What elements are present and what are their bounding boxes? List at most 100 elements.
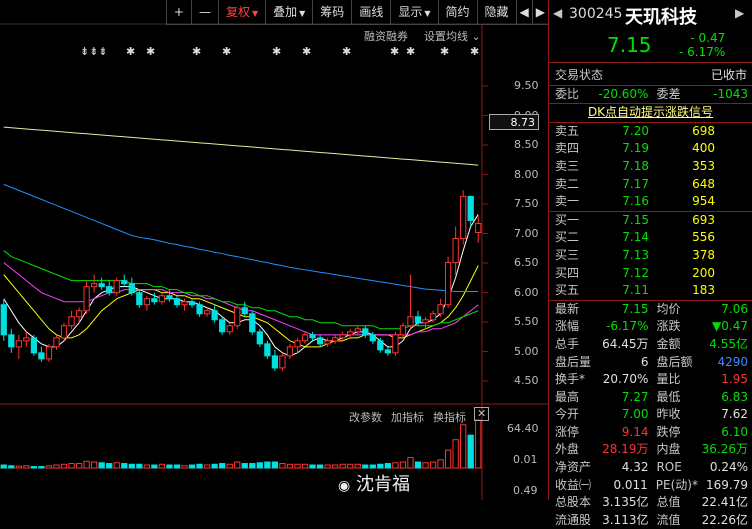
- switch-indicator-button[interactable]: 换指标: [433, 409, 466, 425]
- event-marker[interactable]: ✱: [470, 45, 479, 58]
- add-indicator-button[interactable]: 加指标: [391, 409, 424, 425]
- ask-volume: 648: [692, 176, 715, 191]
- scroll-right-icon[interactable]: ▶: [531, 0, 548, 24]
- volume-bar: [98, 462, 105, 469]
- change-params-button[interactable]: 改参数: [349, 409, 382, 425]
- volume-bar: [264, 461, 271, 469]
- candle-body: [301, 334, 309, 342]
- volume-bar: [173, 464, 181, 469]
- ask-level-label: 卖一: [555, 194, 580, 209]
- event-marker[interactable]: ✱: [272, 45, 281, 58]
- event-marker[interactable]: ✱: [192, 45, 201, 58]
- volume-bar: [332, 464, 339, 469]
- stat-row: 总手 64.45万 金额 4.55亿: [549, 336, 752, 354]
- candle-body: [113, 280, 120, 294]
- zoom-in-button[interactable]: +: [165, 0, 191, 24]
- volume-bar: [30, 466, 38, 469]
- stat-value: 9.14: [621, 424, 649, 439]
- stat-value: 3.135亿: [602, 495, 649, 510]
- bid-row[interactable]: 买一 7.15 693: [549, 212, 752, 230]
- volume-bar: [399, 461, 407, 469]
- last-price: 7.15: [607, 33, 652, 57]
- event-marker[interactable]: ✱: [390, 45, 399, 58]
- kline-chart-area[interactable]: + — 复权 ▼ 叠加 ▼ 筹码 画线 显示 ▼ 简约 隐藏 ◀ ▶ 融资融券 设置均线 ⌄ ⇟⇟⇟ ✱ ✱ ✱…: [0, 0, 548, 500]
- scroll-left-icon[interactable]: ◀: [515, 0, 532, 24]
- event-marker[interactable]: ✱: [302, 45, 311, 58]
- ask-volume: 353: [692, 158, 715, 173]
- candle-body: [226, 325, 233, 333]
- stat-row: 盘后量 6 盘后额 4290: [549, 354, 752, 372]
- candle-body: [392, 334, 399, 354]
- price-axis-tick: 7.50: [514, 197, 539, 210]
- event-marker[interactable]: ✱: [222, 45, 231, 58]
- volume-bar: [437, 459, 444, 469]
- stat-value: 7.15: [621, 301, 649, 316]
- ma-line: [3, 262, 479, 336]
- volume-bar: [75, 463, 83, 469]
- candle-body: [15, 340, 22, 348]
- event-marker[interactable]: ✱: [146, 45, 155, 58]
- volume-axis-top: 64.40: [507, 422, 539, 435]
- margin-trading-button[interactable]: 融资融券: [364, 28, 408, 44]
- chevron-down-icon: ▼: [251, 9, 259, 18]
- kline-svg[interactable]: [0, 0, 548, 500]
- hide-button[interactable]: 隐藏: [476, 0, 516, 24]
- bid-row[interactable]: 买四 7.12 200: [549, 265, 752, 283]
- weibi-value: -20.60%: [598, 86, 649, 101]
- stock-name: 天玑科技: [625, 7, 697, 28]
- volume-bar: [279, 463, 286, 469]
- event-marker[interactable]: ✱: [406, 45, 415, 58]
- ask-row[interactable]: 卖三 7.18 353: [549, 158, 752, 176]
- price-axis-tick: 5.00: [514, 344, 539, 358]
- volume-bar: [219, 463, 226, 469]
- adjust-button[interactable]: 复权 ▼: [217, 0, 265, 24]
- ma-setting-button[interactable]: 设置均线 ⌄: [424, 28, 481, 44]
- stat-label: 外盘: [555, 442, 580, 457]
- volume-bar: [196, 463, 203, 469]
- ma-line: [3, 183, 479, 292]
- prev-stock-icon[interactable]: ◀: [553, 6, 562, 20]
- ask-row[interactable]: 卖一 7.16 954: [549, 193, 752, 211]
- stat-value: ▼0.47: [712, 319, 748, 334]
- stat-value: 6.83: [721, 389, 748, 404]
- bid-row[interactable]: 买二 7.14 556: [549, 229, 752, 247]
- stat-row: 涨幅 -6.17% 涨跌 ▼0.47: [549, 318, 752, 336]
- chips-button[interactable]: 筹码: [312, 0, 351, 24]
- event-marker[interactable]: ⇟⇟⇟: [80, 45, 108, 58]
- stat-label: 跌停: [656, 424, 681, 439]
- close-icon[interactable]: ✕: [474, 407, 490, 421]
- display-button[interactable]: 显示 ▼: [390, 0, 437, 24]
- ask-row[interactable]: 卖二 7.17 648: [549, 176, 752, 194]
- overlay-button[interactable]: 叠加 ▼: [265, 0, 312, 24]
- volume-bar: [15, 465, 22, 469]
- volume-bar: [249, 463, 256, 469]
- bid-row[interactable]: 买三 7.13 378: [549, 247, 752, 265]
- volume-bar: [309, 464, 316, 469]
- stat-row: 换手* 20.70% 量比 1.95: [549, 371, 752, 389]
- bid-volume: 693: [692, 212, 715, 227]
- volume-axis-extra: 0.49: [513, 484, 538, 497]
- draw-line-button[interactable]: 画线: [351, 0, 390, 24]
- candle-body: [437, 304, 444, 315]
- stat-row: 最新 7.15 均价 7.06: [549, 301, 752, 319]
- bid-row[interactable]: 买五 7.11 183: [549, 282, 752, 300]
- candle-body: [83, 286, 90, 312]
- next-stock-icon[interactable]: ▶: [735, 6, 744, 20]
- event-marker[interactable]: ✱: [342, 45, 351, 58]
- zoom-out-button[interactable]: —: [190, 0, 218, 24]
- volume-bar: [384, 463, 391, 469]
- event-marker[interactable]: ✱: [440, 45, 449, 58]
- event-marker[interactable]: ✱: [126, 45, 135, 58]
- ask-row[interactable]: 卖四 7.19 400: [549, 140, 752, 158]
- change-value: - 0.47: [690, 31, 726, 45]
- ask-row[interactable]: 卖五 7.20 698: [549, 123, 752, 141]
- volume-bar: [324, 464, 331, 469]
- dk-signal-link[interactable]: DK点自动提示涨跌信号: [549, 104, 752, 122]
- candle-body: [173, 298, 181, 306]
- ma-line: [3, 250, 479, 330]
- stock-code: 300245: [569, 6, 623, 22]
- volume-bar: [8, 465, 15, 469]
- simple-button[interactable]: 简约: [437, 0, 477, 24]
- volume-bar: [467, 434, 474, 469]
- candle-body: [23, 337, 30, 342]
